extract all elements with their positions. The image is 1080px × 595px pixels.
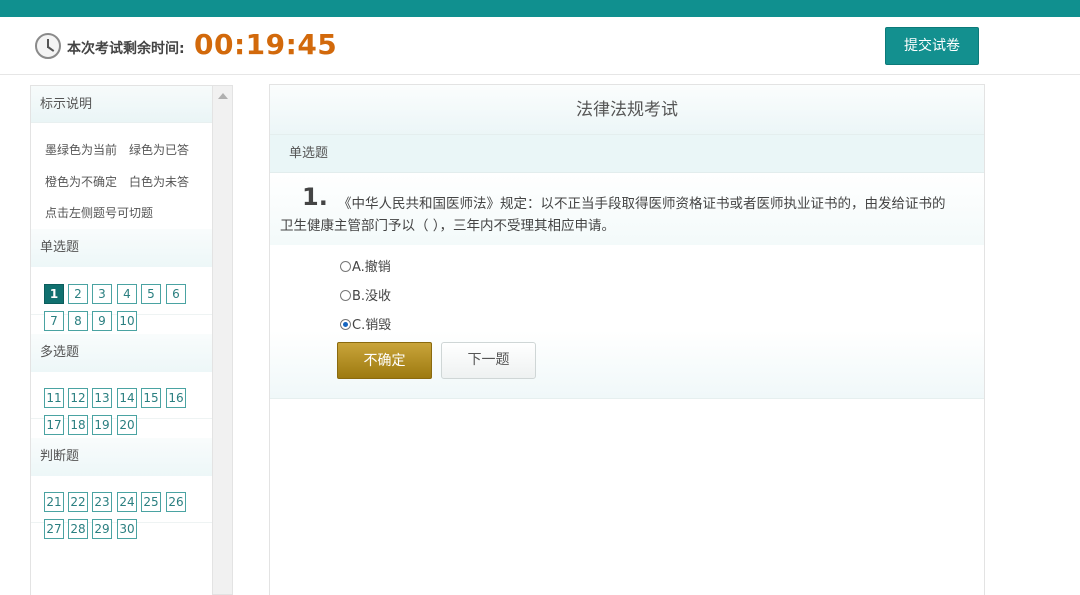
question-area: 1. 《中华人民共和国医师法》规定：以不正当手段取得医师资格证书或者医师执业证书… — [270, 173, 984, 399]
question-number-button[interactable]: 4 — [117, 284, 137, 304]
question-number-button[interactable]: 21 — [44, 492, 64, 512]
question-number-button[interactable]: 29 — [92, 519, 112, 539]
radio-button[interactable] — [340, 261, 351, 272]
option-label: A.撤销 — [352, 260, 391, 275]
countdown-timer: 00:19:45 — [194, 28, 338, 61]
question-number-button[interactable]: 30 — [117, 519, 137, 539]
top-banner — [0, 0, 1080, 17]
question-number-button[interactable]: 23 — [92, 492, 112, 512]
option-c[interactable]: C.销毁 — [340, 314, 391, 333]
exam-header: 本次考试剩余时间: 00:19:45 提交试卷 — [0, 17, 1080, 75]
question-number-button[interactable]: 25 — [141, 492, 161, 512]
question-number-button[interactable]: 13 — [92, 388, 112, 408]
question-number-button[interactable]: 12 — [68, 388, 88, 408]
section-header-true-false: 判断题 — [31, 438, 212, 476]
section-header-single-choice: 单选题 — [31, 229, 212, 267]
question-number-button[interactable]: 27 — [44, 519, 64, 539]
submit-exam-button[interactable]: 提交试卷 — [885, 27, 979, 65]
question-number-button[interactable]: 15 — [141, 388, 161, 408]
legend-line: 墨绿色为当前 绿色为已答 — [45, 143, 190, 157]
legend-line: 橙色为不确定 白色为未答 — [45, 175, 190, 189]
question-number-button[interactable]: 11 — [44, 388, 64, 408]
option-label: B.没收 — [352, 289, 392, 304]
question-number-button[interactable]: 17 — [44, 415, 64, 435]
clock-icon — [35, 33, 61, 59]
option-label: C.销毁 — [352, 318, 392, 333]
question-number-button[interactable]: 1 — [44, 284, 64, 304]
question-number-button[interactable]: 19 — [92, 415, 112, 435]
question-number-button[interactable]: 7 — [44, 311, 64, 331]
question-panel: 法律法规考试 单选题 1. 《中华人民共和国医师法》规定：以不正当手段取得医师资… — [269, 84, 985, 595]
question-number-button[interactable]: 26 — [166, 492, 186, 512]
legend-line: 点击左侧题号可切题 — [45, 206, 154, 220]
question-number-button[interactable]: 24 — [117, 492, 137, 512]
sidebar-scrollbar[interactable] — [213, 85, 233, 595]
unsure-button[interactable]: 不确定 — [337, 342, 432, 379]
timer-label: 本次考试剩余时间: — [67, 41, 185, 57]
option-b[interactable]: B.没收 — [340, 285, 391, 304]
question-number-button[interactable]: 8 — [68, 311, 88, 331]
question-number-button[interactable]: 22 — [68, 492, 88, 512]
radio-button[interactable] — [340, 290, 351, 301]
exam-title: 法律法规考试 — [270, 85, 984, 135]
legend-title: 标示说明 — [31, 86, 212, 123]
question-number-button[interactable]: 2 — [68, 284, 88, 304]
question-number-button[interactable]: 10 — [117, 311, 137, 331]
option-a[interactable]: A.撤销 — [340, 256, 391, 275]
question-number-button[interactable]: 5 — [141, 284, 161, 304]
question-number-button[interactable]: 20 — [117, 415, 137, 435]
section-header-multiple-choice: 多选题 — [31, 334, 212, 372]
question-number-button[interactable]: 6 — [166, 284, 186, 304]
question-number-button[interactable]: 16 — [166, 388, 186, 408]
question-type-label: 单选题 — [270, 135, 984, 173]
radio-button[interactable] — [340, 319, 351, 330]
question-text: 《中华人民共和国医师法》规定：以不正当手段取得医师资格证书或者医师执业证书的，由… — [280, 196, 946, 234]
question-navigator: 标示说明 墨绿色为当前 绿色为已答 橙色为不确定 白色为未答 点击左侧题号可切题… — [30, 85, 213, 595]
question-number-button[interactable]: 14 — [117, 388, 137, 408]
question-number-button[interactable]: 18 — [68, 415, 88, 435]
question-number-button[interactable]: 3 — [92, 284, 112, 304]
scroll-up-arrow-icon[interactable] — [218, 93, 228, 99]
question-number-button[interactable]: 9 — [92, 311, 112, 331]
next-question-button[interactable]: 下一题 — [441, 342, 536, 379]
question-number-button[interactable]: 28 — [68, 519, 88, 539]
